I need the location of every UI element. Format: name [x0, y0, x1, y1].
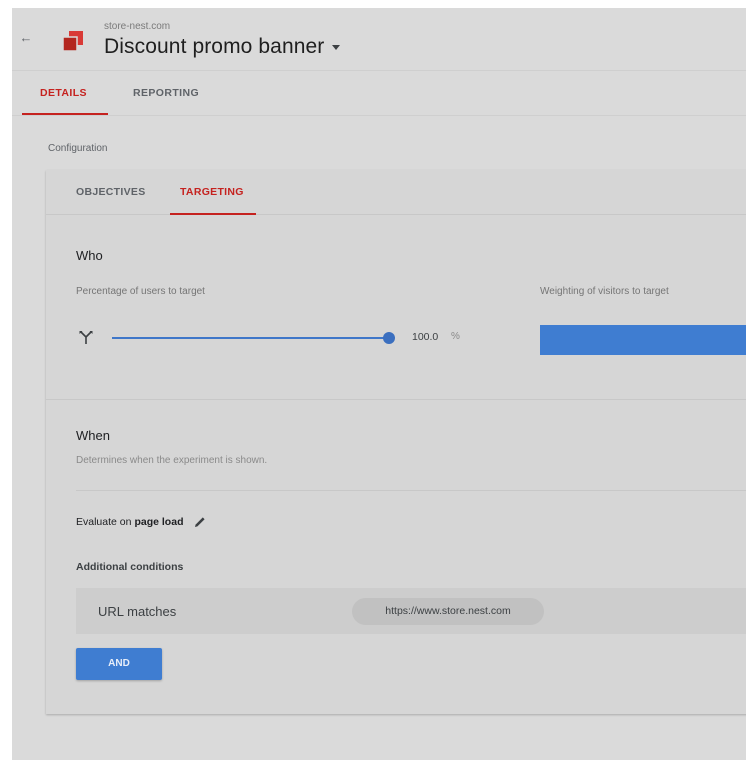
app-window: ← store-nest.com Discount promo banner D… — [12, 8, 746, 760]
section-label-configuration: Configuration — [48, 143, 108, 154]
configuration-card: OBJECTIVES TARGETING Who Percentage of u… — [46, 170, 746, 714]
when-description: Determines when the experiment is shown. — [76, 455, 268, 466]
percentage-slider-thumb[interactable] — [383, 332, 395, 344]
and-button[interactable]: AND — [76, 648, 162, 680]
caret-down-icon[interactable] — [332, 44, 341, 50]
tab-reporting[interactable]: REPORTING — [133, 71, 199, 115]
page-title: Discount promo banner — [104, 35, 325, 58]
traffic-split-icon — [79, 331, 93, 344]
when-divider — [76, 490, 746, 491]
section-divider — [46, 399, 746, 400]
app-logo-icon — [62, 31, 83, 52]
inner-tab-bar: OBJECTIVES TARGETING — [46, 170, 746, 215]
additional-conditions-label: Additional conditions — [76, 561, 184, 573]
who-heading: Who — [76, 248, 103, 263]
header: ← store-nest.com Discount promo banner — [12, 8, 746, 70]
pencil-icon[interactable] — [193, 515, 207, 529]
percentage-slider-track[interactable] — [112, 337, 388, 339]
evaluate-value: page load — [134, 516, 184, 528]
condition-value-chip[interactable]: https://www.store.nest.com — [352, 598, 544, 625]
evaluate-row: Evaluate on page load — [76, 515, 207, 529]
when-heading: When — [76, 428, 110, 443]
weighting-label: Weighting of visitors to target — [540, 286, 669, 297]
tab-objectives[interactable]: OBJECTIVES — [76, 170, 146, 215]
tab-details[interactable]: DETAILS — [40, 71, 87, 115]
weighting-bar-fill — [540, 325, 746, 355]
percentage-unit: % — [451, 331, 460, 342]
tab-targeting[interactable]: TARGETING — [180, 170, 244, 215]
condition-row: URL matches https://www.store.nest.com — [76, 588, 746, 634]
title-dropdown[interactable]: Discount promo banner — [104, 35, 341, 59]
active-tab-indicator — [22, 113, 108, 115]
condition-type: URL matches — [98, 604, 177, 619]
top-tab-bar: DETAILS REPORTING — [12, 70, 746, 116]
weighting-bar — [540, 325, 746, 355]
domain-label: store-nest.com — [104, 21, 171, 32]
inner-active-tab-indicator — [170, 213, 256, 215]
percentage-label: Percentage of users to target — [76, 286, 205, 297]
back-arrow-icon[interactable]: ← — [18, 30, 34, 46]
percentage-input[interactable]: 100.0 — [412, 331, 438, 343]
evaluate-prefix: Evaluate on — [76, 516, 132, 528]
